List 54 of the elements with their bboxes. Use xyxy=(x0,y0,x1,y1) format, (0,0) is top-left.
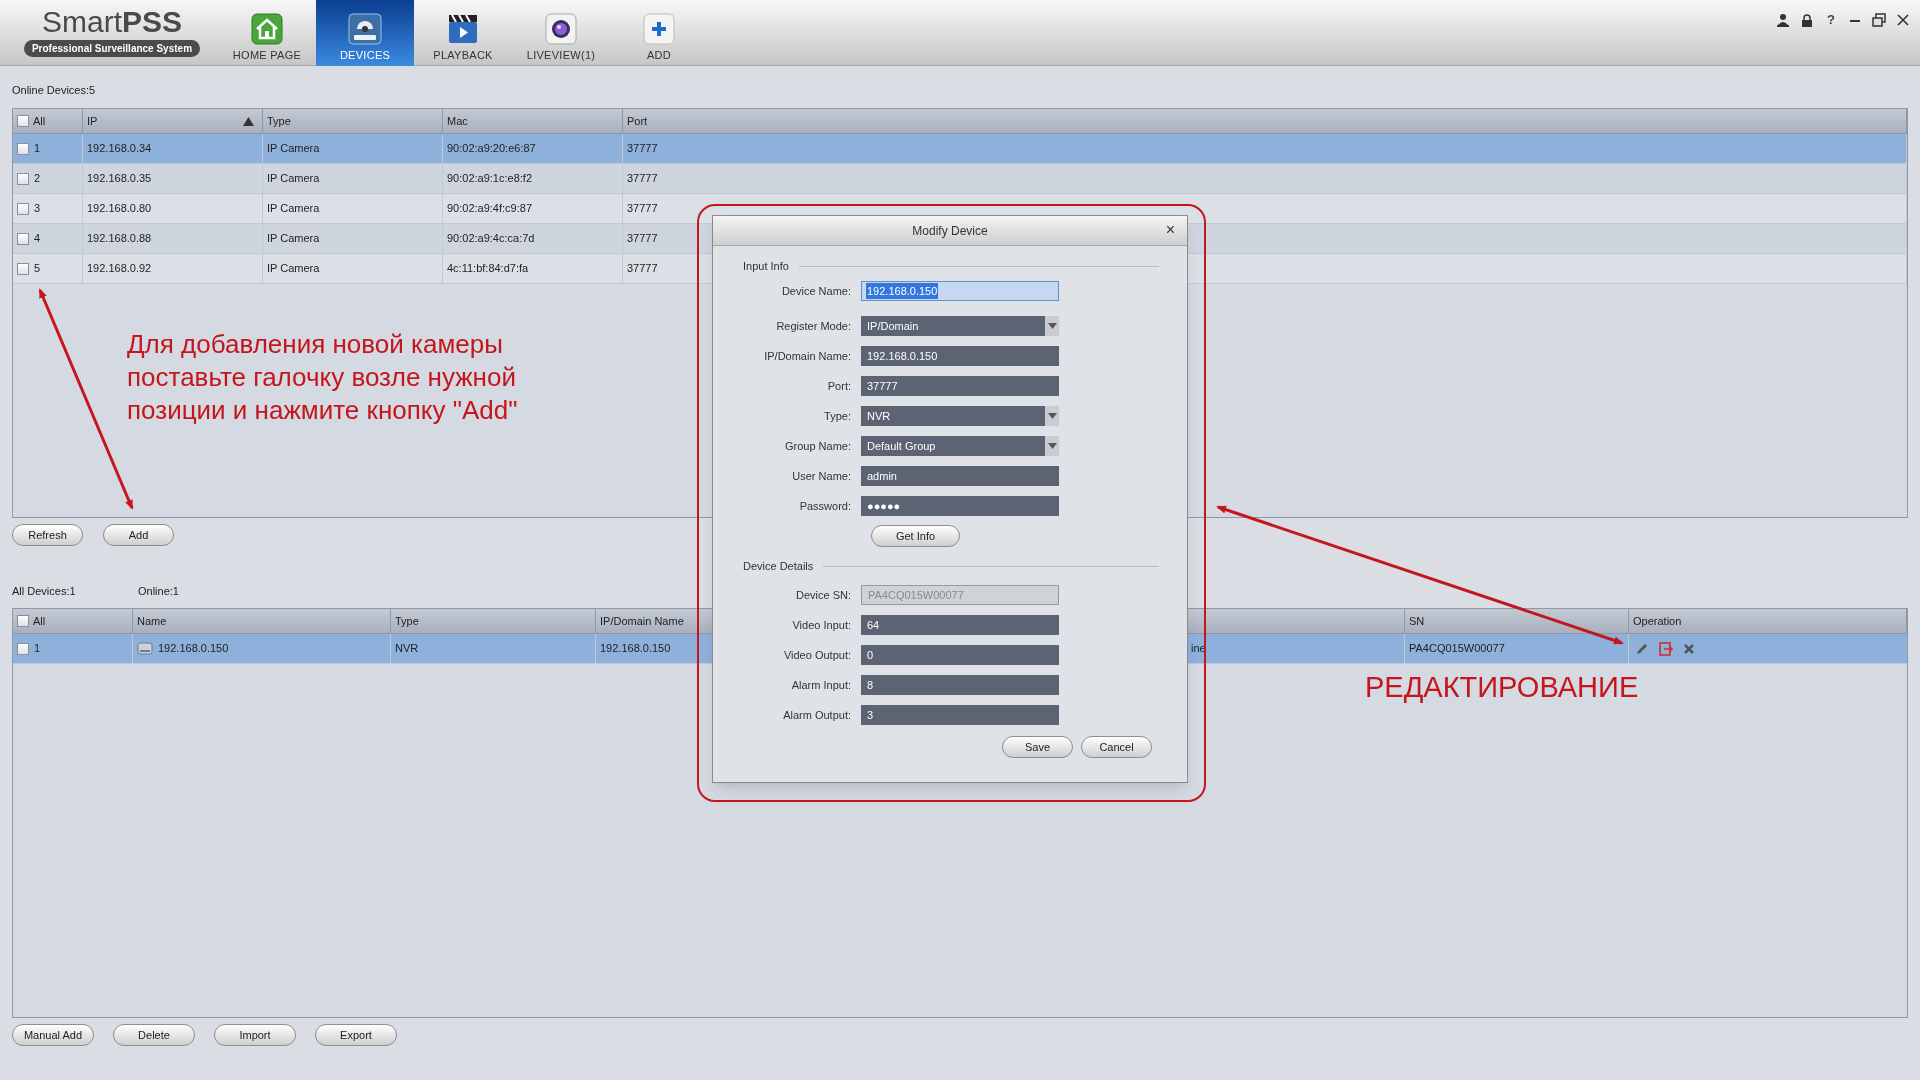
table-cell-text: IP Camera xyxy=(267,141,320,157)
field-label: Group Name: xyxy=(783,438,852,454)
table-cell-text: IP Camera xyxy=(267,231,320,247)
table-cell-text: 192.168.0.88 xyxy=(87,231,152,247)
table-cell-text: 192.168.0.150 xyxy=(158,641,229,657)
table-cell-text: 4 xyxy=(34,231,41,247)
section-title: All Devices:1 xyxy=(12,584,77,598)
table-cell-text: 192.168.0.34 xyxy=(87,141,152,157)
table-cell-text: 90:02:a9:4c:ca:7d xyxy=(447,231,535,247)
field-label: Alarm Input: xyxy=(790,677,852,693)
section-title: Input Info xyxy=(743,258,789,274)
field-label: Video Output: xyxy=(782,647,852,663)
table-cell-text: IP Camera xyxy=(267,201,320,217)
table-cell-text: 37777 xyxy=(627,231,658,247)
field-label: IP/Domain Name: xyxy=(763,348,852,364)
table-cell-text: 2 xyxy=(34,171,41,187)
table-cell-text: 4c:11:bf:84:d7:fa xyxy=(447,261,529,277)
field-label: Device Name: xyxy=(780,283,852,299)
app-logo: SmartPSS xyxy=(41,6,182,38)
annotation-text: РЕДАКТИРОВАНИЕ xyxy=(1365,670,1639,704)
table-cell-text: 1 xyxy=(34,141,41,157)
table-cell-text: PA4CQ015W00077 xyxy=(1409,641,1505,657)
table-cell-text: 90:02:a9:4f:c9:87 xyxy=(447,201,532,217)
table-cell-text: 90:02:a9:1c:e8:f2 xyxy=(447,171,532,187)
table-cell-text: 90:02:a9:20:e6:87 xyxy=(447,141,536,157)
section-title: Online Devices:5 xyxy=(12,83,97,97)
annotation-text: Для добавления новой камеры поставьте галочку возле нужной позиции и нажмите кнопку "Add" xyxy=(127,328,518,427)
table-cell-text: IP Camera xyxy=(267,171,320,187)
table-cell-text: IP Camera xyxy=(267,261,320,277)
field-label: Device SN: xyxy=(794,587,852,603)
table-cell-text: 192.168.0.80 xyxy=(87,201,152,217)
table-cell-text: 192.168.0.35 xyxy=(87,171,152,187)
table-cell-text: 3 xyxy=(34,201,41,217)
field-label: Password: xyxy=(798,498,852,514)
online-count: Online:1 xyxy=(138,584,179,598)
field-label: Alarm Output: xyxy=(782,707,852,723)
table-cell-text: 37777 xyxy=(627,201,658,217)
table-cell-text: 1 xyxy=(34,641,41,657)
dialog-title: Modify Device xyxy=(912,222,988,240)
section-title: Device Details xyxy=(743,558,814,574)
table-cell-text: 37777 xyxy=(627,171,658,187)
table-cell-text: 192.168.0.92 xyxy=(87,261,152,277)
table-cell-text: 192.168.0.150 xyxy=(600,641,671,657)
field-label: Type: xyxy=(823,408,852,424)
table-cell-text: 37777 xyxy=(627,141,658,157)
app-subtitle: Professional Surveillance System xyxy=(23,40,201,57)
input-field: PA4CQ015W00077 xyxy=(861,585,1059,605)
table-cell-text: NVR xyxy=(395,641,419,657)
field-label: Port: xyxy=(826,378,852,394)
field-label: Register Mode: xyxy=(775,318,852,334)
field-label: User Name: xyxy=(791,468,852,484)
field-label: Video Input: xyxy=(791,617,852,633)
table-cell-text: 5 xyxy=(34,261,41,277)
table-cell-text: 37777 xyxy=(627,261,658,277)
